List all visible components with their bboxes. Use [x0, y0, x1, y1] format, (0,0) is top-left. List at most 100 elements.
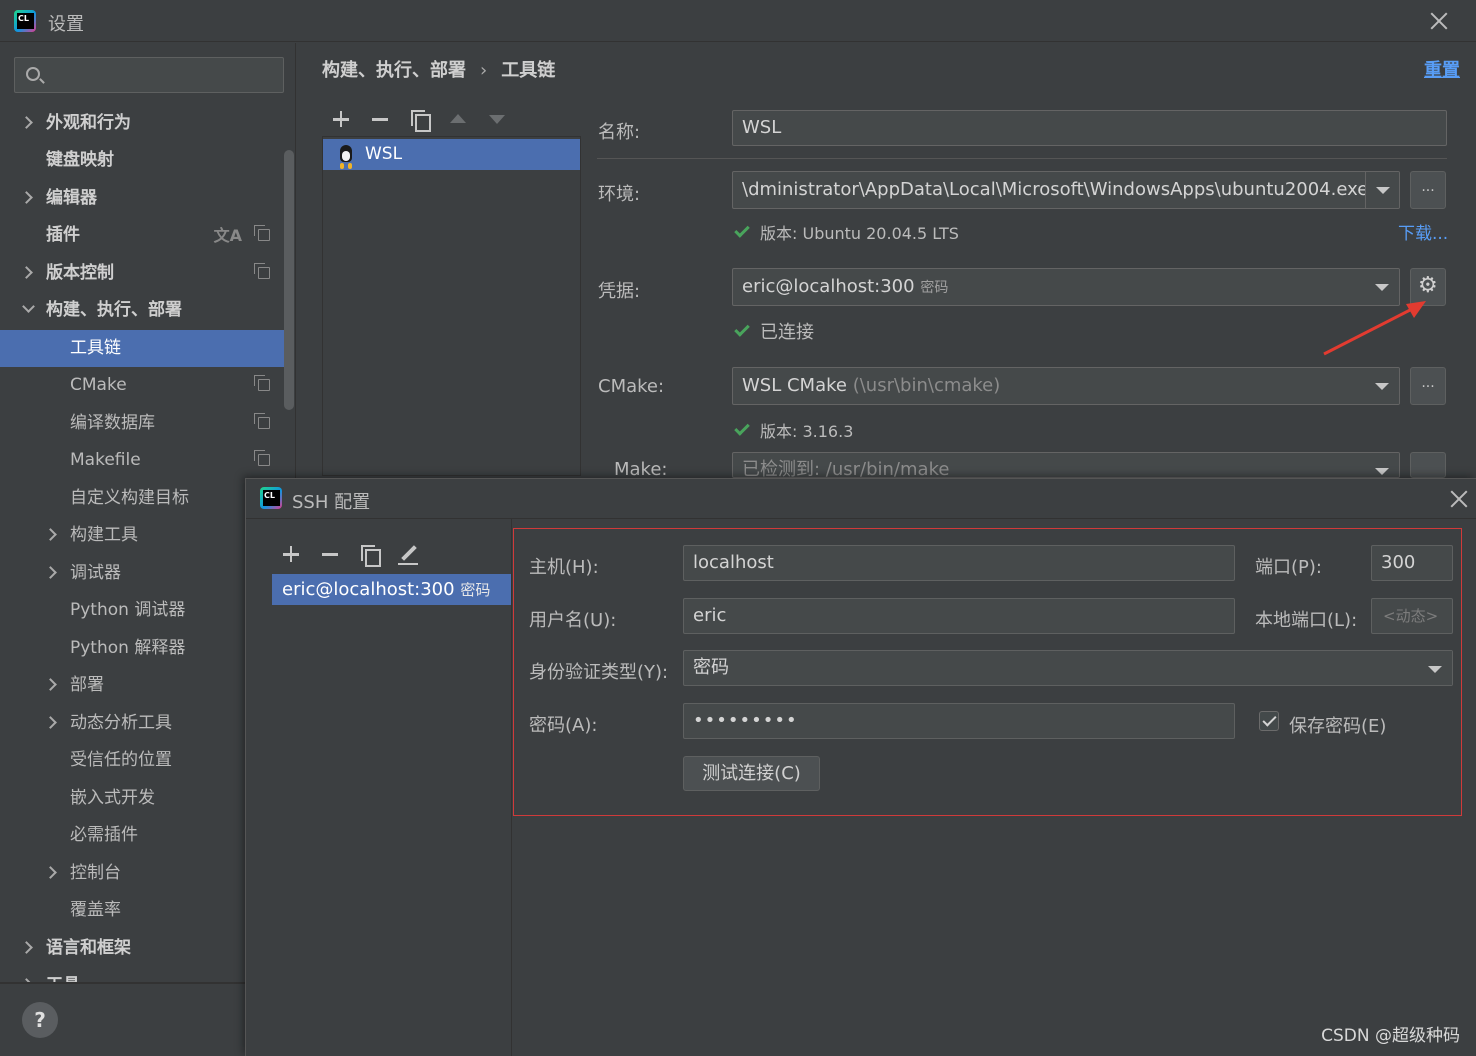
ssh-config-dialog: SSH 配置 eric@localhost:300 密码 主机(H): loca… — [245, 478, 1476, 1056]
port-input[interactable]: 300 — [1371, 545, 1453, 581]
sidebar-item-label: CMake — [70, 375, 127, 395]
add-ssh-config-button[interactable] — [278, 541, 304, 567]
ssh-config-item[interactable]: eric@localhost:300 密码 — [272, 574, 512, 605]
test-connection-button[interactable]: 测试连接(C) — [683, 756, 820, 791]
sidebar-item-appearance[interactable]: 外观和行为 — [0, 105, 284, 142]
sidebar-item-build-tools[interactable]: 构建工具 — [0, 517, 284, 554]
sidebar-item-editor[interactable]: 编辑器 — [0, 180, 284, 217]
sidebar-item-label: 编辑器 — [46, 188, 97, 208]
sidebar-item-embedded[interactable]: 嵌入式开发 — [0, 780, 284, 817]
sidebar-item-label: 插件 — [46, 225, 80, 245]
sidebar-item-trusted-locations[interactable]: 受信任的位置 — [0, 742, 284, 779]
form-divider — [597, 158, 1447, 159]
sidebar-item-cmake[interactable]: CMake — [0, 367, 284, 404]
edit-icon[interactable] — [395, 541, 421, 567]
sidebar-item-dynamic-analysis[interactable]: 动态分析工具 — [0, 705, 284, 742]
save-password-checkbox[interactable] — [1259, 711, 1279, 731]
toolchain-item-wsl[interactable]: WSL — [323, 139, 580, 170]
sidebar-item-keymap[interactable]: 键盘映射 — [0, 142, 284, 179]
clion-logo-icon — [14, 10, 36, 32]
breadcrumb: 构建、执行、部署 › 工具链 — [322, 56, 555, 82]
sidebar-item-deployment[interactable]: 部署 — [0, 667, 284, 704]
host-input[interactable]: localhost — [683, 545, 1235, 581]
translate-icon: 文A — [213, 226, 242, 245]
make-browse-button[interactable] — [1410, 452, 1446, 478]
environment-browse-button[interactable]: ... — [1410, 171, 1446, 209]
local-port-label: 本地端口(L): — [1255, 610, 1358, 631]
sidebar-item-languages[interactable]: 语言和框架 — [0, 930, 284, 967]
sidebar-item-coverage[interactable]: 覆盖率 — [0, 892, 284, 929]
sidebar-item-python-interpreter[interactable]: Python 解释器 — [0, 630, 284, 667]
environment-label: 环境: — [598, 184, 641, 205]
sidebar-item-plugins[interactable]: 插件 文A — [0, 217, 284, 254]
settings-search-input[interactable] — [14, 57, 284, 93]
username-input[interactable]: eric — [683, 598, 1235, 634]
copy-ssh-config-button[interactable] — [356, 541, 382, 567]
sidebar-item-label: 语言和框架 — [46, 938, 131, 958]
cmake-label: CMake: — [598, 376, 665, 397]
chevron-down-icon — [1365, 172, 1399, 208]
sidebar-item-label: 必需插件 — [70, 825, 138, 845]
sidebar-item-label: 自定义构建目标 — [70, 488, 189, 508]
download-link[interactable]: 下载... — [1398, 219, 1448, 244]
help-button[interactable]: ? — [22, 1002, 58, 1038]
sidebar-item-debugger[interactable]: 调试器 — [0, 555, 284, 592]
search-icon — [26, 67, 40, 81]
password-input[interactable]: ••••••••• — [683, 703, 1235, 739]
reset-link[interactable]: 重置 — [1424, 56, 1460, 82]
save-password-label[interactable]: 保存密码(E) — [1289, 712, 1386, 738]
ssh-configurations-gear-button[interactable] — [1410, 268, 1446, 306]
remove-ssh-config-button[interactable] — [317, 541, 343, 567]
sidebar-item-vcs[interactable]: 版本控制 — [0, 255, 284, 292]
chevron-down-icon — [1418, 651, 1452, 685]
annotation-arrow — [1323, 301, 1426, 356]
sidebar-item-label: Makefile — [70, 450, 141, 470]
remove-toolchain-button[interactable] — [367, 106, 393, 132]
chevron-right-icon — [44, 528, 57, 541]
copy-toolchain-button[interactable] — [406, 106, 432, 132]
sidebar-item-tools[interactable]: 工具 — [0, 967, 284, 982]
sidebar-item-python-debugger[interactable]: Python 调试器 — [0, 592, 284, 629]
name-field[interactable]: WSL — [732, 110, 1447, 146]
sidebar-item-label: 外观和行为 — [46, 113, 131, 133]
add-toolchain-button[interactable] — [328, 106, 354, 132]
project-scope-icon — [254, 413, 270, 429]
cmake-version-status: 版本: 3.16.3 — [732, 418, 853, 442]
chevron-down-icon — [1365, 368, 1399, 404]
clion-logo-icon — [260, 487, 282, 509]
sidebar-item-makefile[interactable]: Makefile — [0, 442, 284, 479]
sidebar-item-required-plugins[interactable]: 必需插件 — [0, 817, 284, 854]
sidebar-item-compdb[interactable]: 编译数据库 — [0, 405, 284, 442]
move-up-button[interactable] — [445, 106, 471, 132]
credentials-select[interactable]: eric@localhost:300 密码 — [732, 268, 1400, 306]
sidebar-item-label: 构建、执行、部署 — [46, 300, 182, 320]
cmake-browse-button[interactable]: ... — [1410, 367, 1446, 405]
sidebar-scrollbar[interactable] — [284, 150, 294, 410]
cmake-value: WSL CMake — [742, 375, 847, 396]
local-port-input[interactable]: <动态> — [1371, 598, 1453, 634]
ssh-dialog-title: SSH 配置 — [292, 492, 371, 513]
sidebar-item-build[interactable]: 构建、执行、部署 — [0, 292, 284, 329]
auth-type-value: 密码 — [693, 657, 729, 678]
auth-type-select[interactable]: 密码 — [683, 650, 1453, 686]
close-icon[interactable] — [1448, 488, 1470, 510]
environment-select[interactable]: \dministrator\AppData\Local\Microsoft\Wi… — [732, 171, 1400, 209]
sidebar-item-console[interactable]: 控制台 — [0, 855, 284, 892]
cmake-select[interactable]: WSL CMake (\usr\bin\cmake) — [732, 367, 1400, 405]
sidebar-item-toolchains[interactable]: 工具链 — [0, 330, 284, 367]
sidebar-item-label: 动态分析工具 — [70, 713, 172, 733]
sidebar-item-label: Python 调试器 — [70, 600, 186, 620]
chevron-down-icon — [1365, 269, 1399, 305]
highlight-box: 主机(H): localhost 端口(P): 300 用户名(U): eric… — [513, 528, 1462, 816]
make-label: Make: — [614, 459, 668, 480]
close-icon[interactable] — [1428, 10, 1450, 32]
toolchain-list: WSL — [322, 136, 581, 476]
sidebar-item-custom-build[interactable]: 自定义构建目标 — [0, 480, 284, 517]
move-down-button[interactable] — [484, 106, 510, 132]
credentials-label: 凭据: — [598, 281, 641, 302]
breadcrumb-parent[interactable]: 构建、执行、部署 — [322, 60, 466, 81]
auth-type-label: 身份验证类型(Y): — [529, 662, 669, 683]
ssh-config-hint: 密码 — [460, 581, 491, 599]
ssh-dialog-titlebar: SSH 配置 — [246, 479, 1476, 519]
make-select[interactable]: 已检测到: /usr/bin/make — [732, 452, 1400, 478]
